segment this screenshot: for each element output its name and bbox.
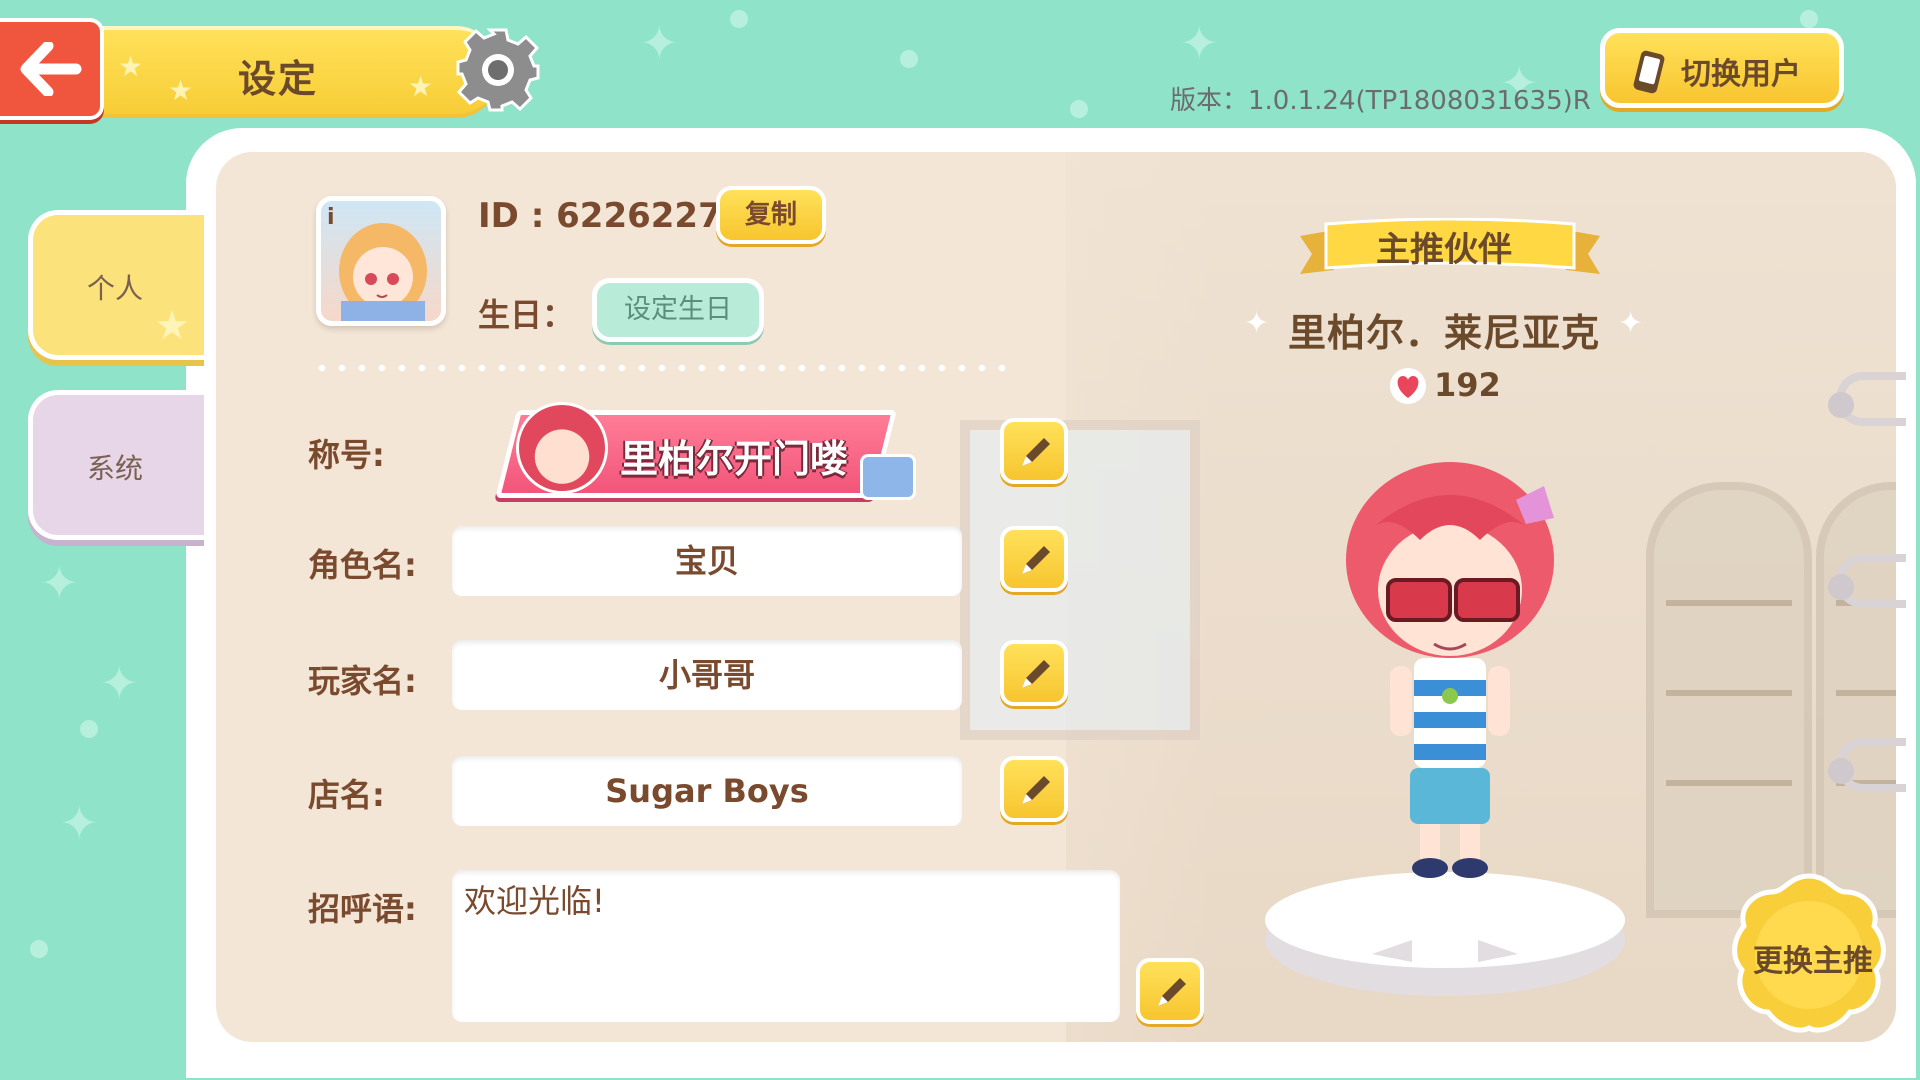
pencil-icon — [1022, 660, 1050, 688]
star-decoration: ★ — [408, 70, 434, 103]
tab-personal[interactable]: 个人 ★ — [28, 210, 204, 360]
background-star: ✦ — [60, 796, 99, 850]
version-text: 版本：1.0.1.24(TP1808031635)R — [1170, 86, 1591, 116]
pencil-icon — [1022, 776, 1050, 804]
shop-name-label: 店名: — [308, 776, 385, 814]
shop-shelf — [1816, 482, 1896, 918]
background-dot — [1070, 100, 1088, 118]
switch-user-label: 切换用户 — [1681, 57, 1801, 92]
background-star: ✦ — [640, 16, 679, 70]
pencil-icon — [1022, 546, 1050, 574]
back-arrow-icon — [20, 42, 82, 96]
background-dot — [900, 50, 918, 68]
heart-icon — [1390, 368, 1426, 404]
edit-greeting-button[interactable] — [1136, 958, 1204, 1024]
title-label: 称号: — [308, 436, 385, 474]
edit-shop-name-button[interactable] — [1000, 756, 1068, 822]
background-dot — [80, 720, 98, 738]
edit-role-name-button[interactable] — [1000, 526, 1068, 592]
back-button[interactable] — [0, 18, 104, 120]
shop-shelf — [1646, 482, 1812, 918]
role-name-label: 角色名: — [308, 546, 417, 584]
switch-user-button[interactable]: 切换用户 — [1600, 28, 1844, 108]
star-decoration: ★ — [154, 303, 190, 349]
shelf-row — [1836, 690, 1896, 696]
change-partner-button[interactable]: 更换主推 — [1724, 870, 1894, 1040]
greeting-field[interactable]: 欢迎光临! — [452, 870, 1120, 1022]
page-title: 设定 — [238, 57, 319, 101]
background-dot — [30, 940, 48, 958]
background-star: ✦ — [1180, 16, 1219, 70]
role-name-field[interactable]: 宝贝 — [452, 526, 962, 596]
avatar-portrait — [339, 223, 427, 321]
shelf-row — [1666, 780, 1792, 786]
tab-system-label: 系统 — [87, 452, 144, 485]
background-star: ✦ — [40, 556, 79, 610]
title-badge-portrait — [516, 402, 608, 494]
tab-personal-label: 个人 — [87, 272, 144, 305]
star-decoration: ★ — [118, 50, 144, 83]
phone-icon — [1633, 50, 1665, 94]
partner-character[interactable] — [1330, 440, 1590, 920]
player-name-label: 玩家名: — [308, 662, 417, 700]
player-id: ID : 62262273 — [478, 196, 746, 236]
binder-ring — [1828, 738, 1906, 792]
greeting-label: 招呼语: — [308, 890, 417, 928]
partner-name: 里柏尔．莱尼亚克 — [1288, 311, 1601, 355]
bed-icon — [860, 454, 916, 500]
shelf-row — [1666, 600, 1792, 606]
partner-ribbon-label: 主推伙伴 — [1376, 230, 1512, 270]
star-decoration: ★ — [168, 74, 194, 107]
edit-player-name-button[interactable] — [1000, 640, 1068, 706]
pencil-icon — [1022, 438, 1050, 466]
title-bar: ★ ★ ★ 设定 — [98, 26, 498, 118]
set-birthday-button[interactable]: 设定生日 — [592, 278, 764, 342]
title-badge-text: 里柏尔开门喽 — [620, 437, 849, 481]
change-partner-label: 更换主推 — [1753, 944, 1873, 979]
binder-ring — [1828, 554, 1906, 608]
avatar[interactable]: i — [316, 196, 446, 326]
affection-count: 192 — [1434, 366, 1501, 404]
pencil-icon — [1158, 978, 1186, 1006]
background-dot — [730, 10, 748, 28]
tab-system[interactable]: 系统 — [28, 390, 204, 540]
sparkle-icon: ✦ — [1244, 306, 1270, 341]
dotted-divider — [312, 364, 1012, 372]
player-name-field[interactable]: 小哥哥 — [452, 640, 962, 710]
shop-window — [960, 420, 1200, 740]
sparkle-icon: ✦ — [1618, 306, 1644, 341]
gear-icon — [456, 28, 540, 112]
binder-ring — [1828, 372, 1906, 426]
shelf-row — [1666, 690, 1792, 696]
background-dot — [1800, 10, 1818, 28]
edit-title-button[interactable] — [1000, 418, 1068, 484]
copy-id-button[interactable]: 复制 — [716, 186, 826, 244]
birthday-label: 生日： — [478, 296, 575, 334]
shop-name-field[interactable]: Sugar Boys — [452, 756, 962, 826]
background-star: ✦ — [100, 656, 139, 710]
